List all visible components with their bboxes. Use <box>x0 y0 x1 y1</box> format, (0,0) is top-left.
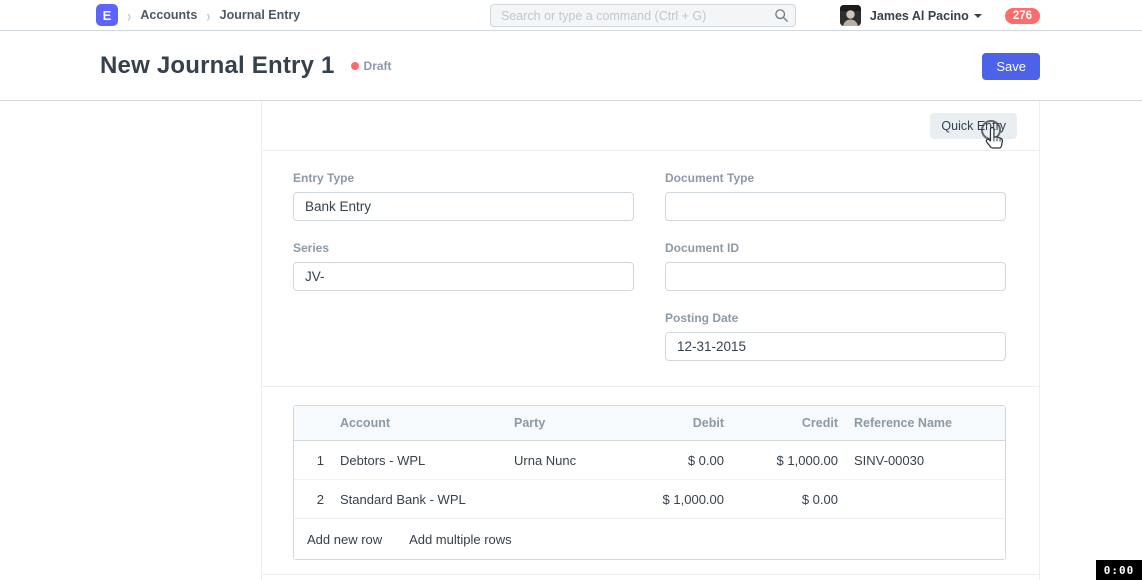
field-entry-type: Entry Type <box>293 171 634 221</box>
breadcrumb: E › Accounts › Journal Entry <box>96 4 300 26</box>
table-row[interactable]: 2 Standard Bank - WPL $ 1,000.00 $ 0.00 <box>294 480 1005 519</box>
chevron-right-icon: › <box>206 5 210 25</box>
row-index: 2 <box>294 480 332 519</box>
page-head: New Journal Entry 1 Draft Save <box>0 31 1142 101</box>
column-header-reference-name: Reference Name <box>846 406 1005 441</box>
column-header-account: Account <box>332 406 506 441</box>
caret-down-icon <box>974 14 982 18</box>
navbar: E › Accounts › Journal Entry James Al Pa… <box>0 0 1142 31</box>
cell-account[interactable]: Standard Bank - WPL <box>332 480 506 519</box>
section-divider <box>262 574 1039 575</box>
column-header-debit: Debit <box>652 406 732 441</box>
cell-reference-name[interactable] <box>846 480 1005 519</box>
cell-reference-name[interactable]: SINV-00030 <box>846 441 1005 480</box>
user-name: James Al Pacino <box>870 9 969 23</box>
document-id-input[interactable] <box>665 262 1006 291</box>
status-badge: Draft <box>351 59 392 73</box>
save-button[interactable]: Save <box>982 53 1040 80</box>
table-footer-row: Add new row Add multiple rows <box>294 519 1005 559</box>
table-header-row: Account Party Debit Credit Reference Nam… <box>294 406 1005 441</box>
status-dot-icon <box>351 62 359 70</box>
row-index: 1 <box>294 441 332 480</box>
field-document-id: Document ID <box>665 241 1006 291</box>
cell-party[interactable]: Urna Nunc <box>506 441 652 480</box>
series-label: Series <box>293 241 634 255</box>
add-new-row-button[interactable]: Add new row <box>307 532 382 547</box>
table-row[interactable]: 1 Debtors - WPL Urna Nunc $ 0.00 $ 1,000… <box>294 441 1005 480</box>
entry-type-label: Entry Type <box>293 171 634 185</box>
chevron-right-icon: › <box>127 5 131 25</box>
cell-debit[interactable]: $ 1,000.00 <box>652 480 732 519</box>
form-container: Quick Entry Entry Type Series Document T… <box>261 101 1040 580</box>
breadcrumb-item-accounts[interactable]: Accounts <box>140 8 197 22</box>
global-search <box>490 4 796 27</box>
field-document-type: Document Type <box>665 171 1006 221</box>
field-series: Series <box>293 241 634 291</box>
form-toolbar: Quick Entry <box>262 101 1039 151</box>
posting-date-label: Posting Date <box>665 311 1006 325</box>
form-section-main: Entry Type Series Document Type Document… <box>262 151 1039 381</box>
recording-timer: 0:00 <box>1096 560 1142 580</box>
app-logo-letter: E <box>103 8 112 23</box>
app-logo[interactable]: E <box>96 4 118 26</box>
page-title: New Journal Entry 1 <box>100 52 335 80</box>
field-posting-date: Posting Date <box>665 311 1006 361</box>
form-column-left: Entry Type Series <box>293 171 634 381</box>
column-header-idx <box>294 406 332 441</box>
entry-type-input[interactable] <box>293 192 634 221</box>
document-type-label: Document Type <box>665 171 1006 185</box>
cell-party[interactable] <box>506 480 652 519</box>
breadcrumb-item-journal-entry[interactable]: Journal Entry <box>220 8 301 22</box>
posting-date-input[interactable] <box>665 332 1006 361</box>
navbar-right: James Al Pacino 276 <box>840 0 1040 31</box>
series-input[interactable] <box>293 262 634 291</box>
document-id-label: Document ID <box>665 241 1006 255</box>
hand-cursor-icon <box>983 126 1006 156</box>
search-icon <box>774 8 789 28</box>
column-header-party: Party <box>506 406 652 441</box>
avatar[interactable] <box>840 5 861 26</box>
add-multiple-rows-button[interactable]: Add multiple rows <box>409 532 512 547</box>
cell-credit[interactable]: $ 1,000.00 <box>732 441 846 480</box>
cell-credit[interactable]: $ 0.00 <box>732 480 846 519</box>
search-input[interactable] <box>490 4 796 27</box>
accounting-entries-table: Account Party Debit Credit Reference Nam… <box>293 405 1006 560</box>
cell-account[interactable]: Debtors - WPL <box>332 441 506 480</box>
document-type-input[interactable] <box>665 192 1006 221</box>
user-menu[interactable]: James Al Pacino <box>870 9 982 23</box>
notification-badge[interactable]: 276 <box>1005 8 1040 24</box>
status-label: Draft <box>364 59 392 73</box>
section-divider <box>262 386 1039 387</box>
form-column-right: Document Type Document ID Posting Date <box>665 171 1006 381</box>
column-header-credit: Credit <box>732 406 846 441</box>
cell-debit[interactable]: $ 0.00 <box>652 441 732 480</box>
